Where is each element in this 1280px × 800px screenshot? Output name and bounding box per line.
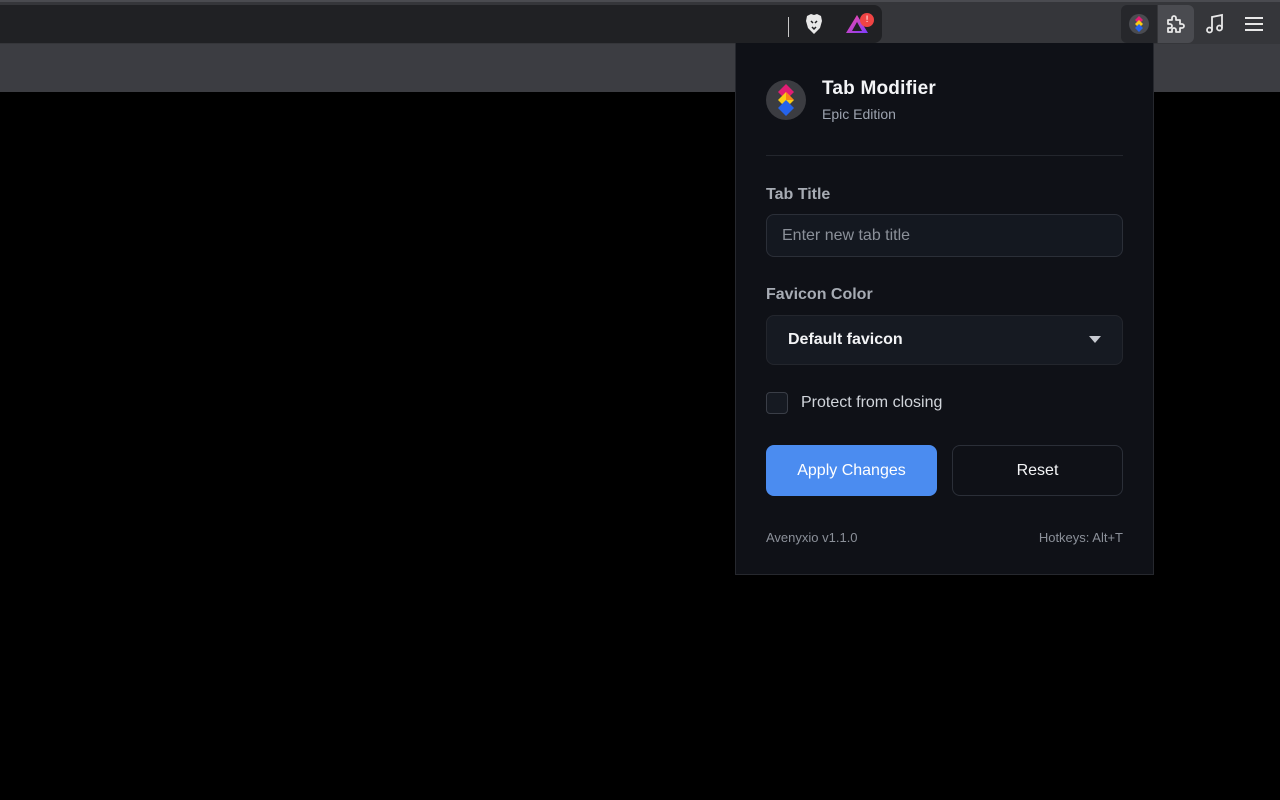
favicon-color-select[interactable]: Default favicon xyxy=(766,315,1123,365)
version-text: Avenyxio v1.1.0 xyxy=(766,530,858,545)
tab-modifier-logo-icon xyxy=(766,80,806,120)
hotkeys-text: Hotkeys: Alt+T xyxy=(1038,530,1123,545)
browser-toolbar: ! xyxy=(0,0,1280,44)
app-subtitle: Epic Edition xyxy=(822,106,896,122)
apply-changes-button[interactable]: Apply Changes xyxy=(766,445,937,496)
tab-title-input[interactable] xyxy=(766,214,1123,257)
address-bar-separator xyxy=(788,17,789,37)
app-title: Tab Modifier xyxy=(822,78,936,99)
hamburger-menu-icon[interactable] xyxy=(1236,5,1272,43)
favicon-color-value: Default favicon xyxy=(788,331,903,348)
tab-title-label: Tab Title xyxy=(766,186,831,203)
music-note-icon[interactable] xyxy=(1197,5,1233,43)
tab-modifier-extension-icon[interactable] xyxy=(1121,5,1157,43)
brave-lion-icon[interactable] xyxy=(802,12,826,36)
chevron-down-icon xyxy=(1089,336,1101,343)
tab-modifier-popup: Tab Modifier Epic Edition Tab Title Favi… xyxy=(735,43,1154,575)
protect-label[interactable]: Protect from closing xyxy=(801,394,942,412)
protect-row: Protect from closing xyxy=(766,392,942,414)
protect-checkbox[interactable] xyxy=(766,392,788,414)
header-divider xyxy=(766,155,1123,156)
favicon-color-label: Favicon Color xyxy=(766,286,873,303)
popup-header: Tab Modifier Epic Edition xyxy=(766,78,936,122)
rewards-badge: ! xyxy=(860,13,874,27)
puzzle-icon[interactable] xyxy=(1158,5,1194,43)
reset-button[interactable]: Reset xyxy=(952,445,1123,496)
popup-titles: Tab Modifier Epic Edition xyxy=(822,78,936,122)
address-bar[interactable]: ! xyxy=(0,5,882,43)
